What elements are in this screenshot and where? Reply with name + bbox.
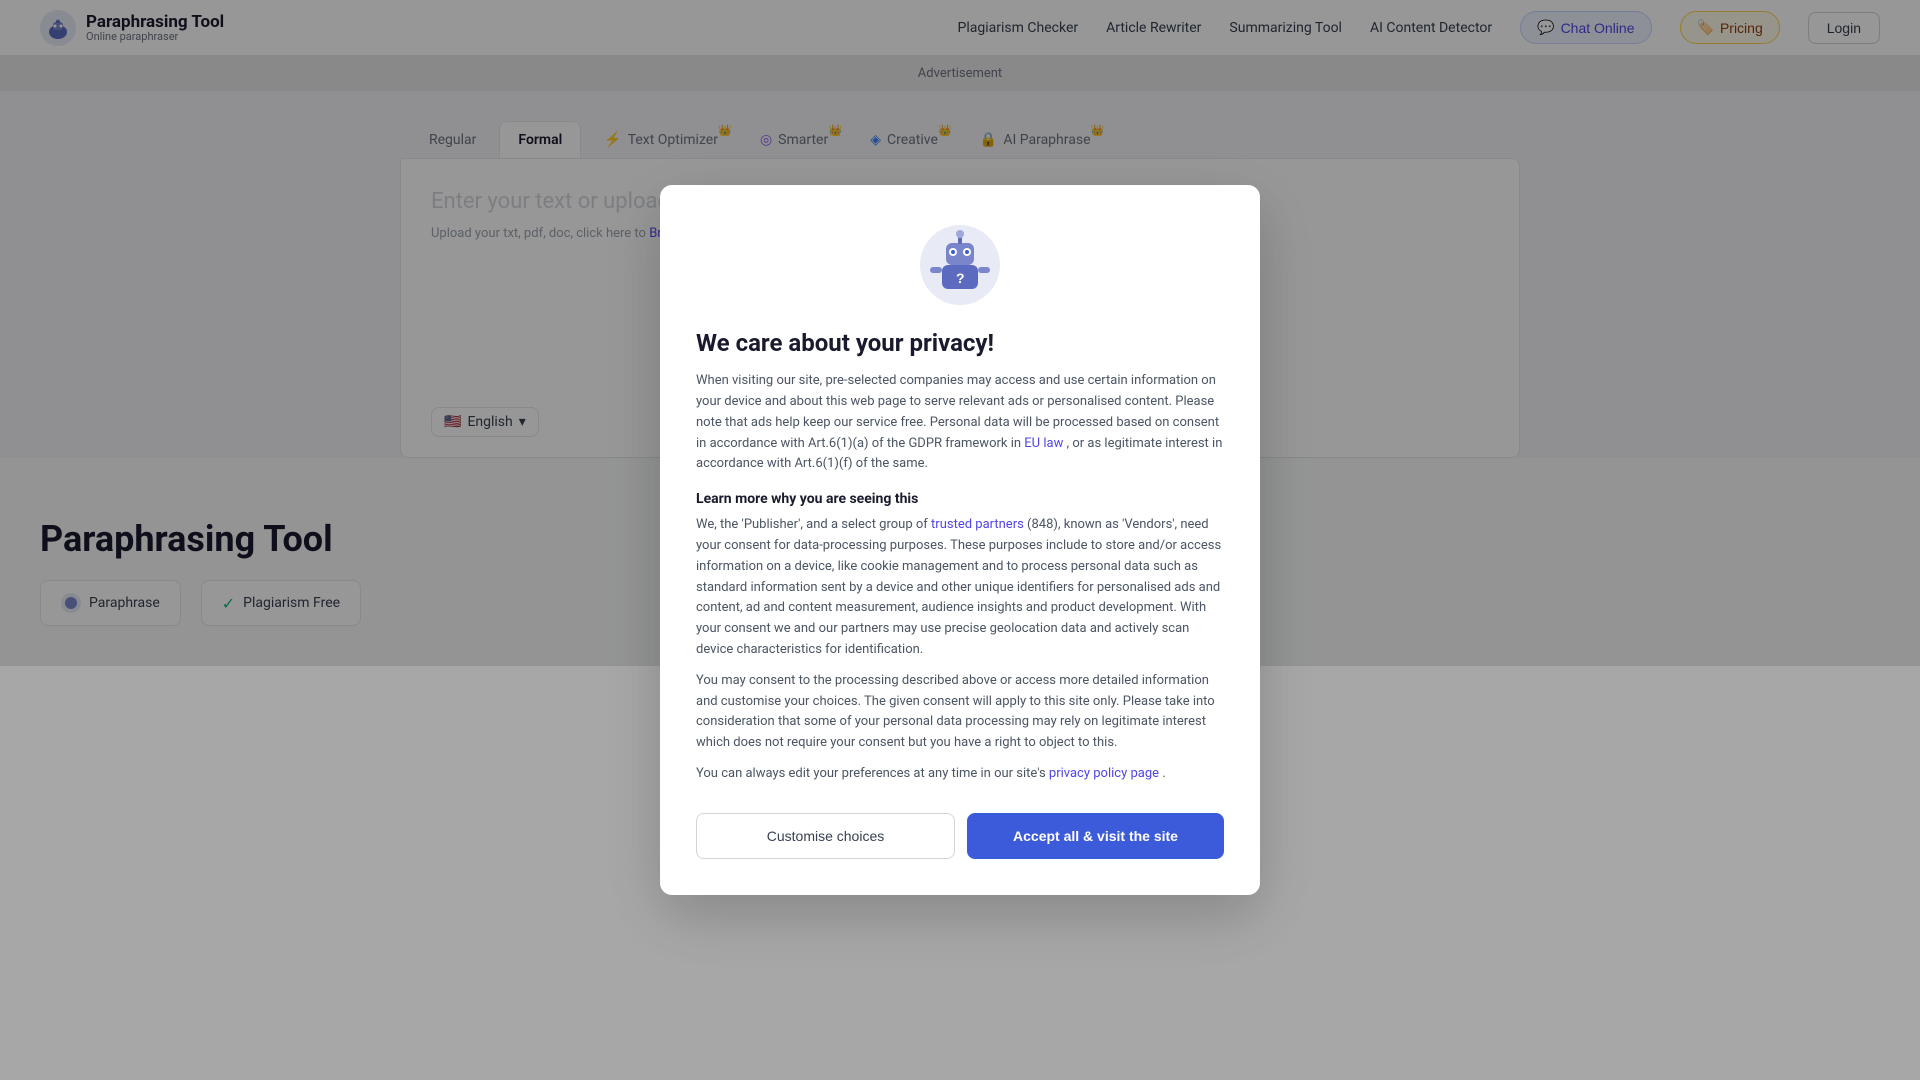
svg-text:?: ? [956,270,965,286]
modal-body-4: You can always edit your preferences at … [696,764,1224,785]
modal-section-title: Learn more why you are seeing this [696,491,1224,507]
modal-body-2: We, the 'Publisher', and a select group … [696,515,1224,661]
modal-action-buttons: Customise choices Accept all & visit the… [696,813,1224,859]
accept-all-button[interactable]: Accept all & visit the site [967,813,1224,859]
customise-choices-button[interactable]: Customise choices [696,813,955,859]
modal-robot-illustration: ? [696,225,1224,309]
privacy-policy-link[interactable]: privacy policy page [1049,766,1159,781]
modal-title: We care about your privacy! [696,329,1224,357]
trusted-partners-link[interactable]: trusted partners [931,517,1024,532]
robot-svg-icon: ? [920,225,1000,305]
modal-body-3: You may consent to the processing descri… [696,671,1224,754]
privacy-modal: ? We care about your privacy! When visit… [660,185,1260,895]
modal-overlay: ? We care about your privacy! When visit… [0,0,1920,1080]
modal-body-1: When visiting our site, pre-selected com… [696,371,1224,475]
eu-law-link[interactable]: EU law [1024,436,1063,451]
